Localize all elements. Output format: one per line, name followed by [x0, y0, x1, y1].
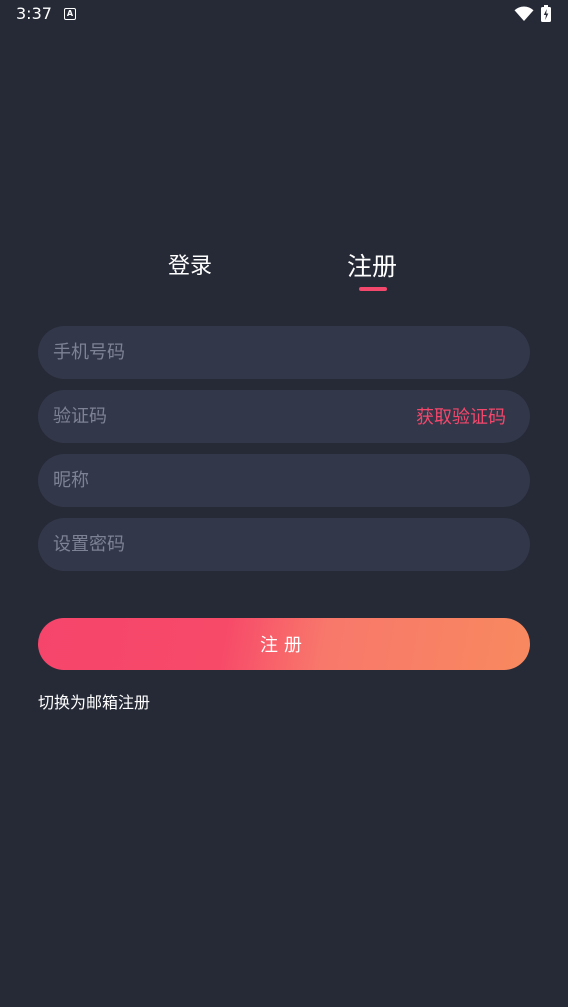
verification-code-input[interactable] [53, 390, 393, 443]
battery-charging-icon [541, 5, 551, 22]
register-screen: 3:37 A 登录 注册 获取验证码 注册 切换为邮箱注册 [0, 0, 568, 1007]
password-field-container [38, 518, 530, 571]
tab-active-indicator [359, 287, 387, 291]
switch-to-email-register-link[interactable]: 切换为邮箱注册 [38, 689, 150, 713]
get-code-button[interactable]: 获取验证码 [416, 390, 506, 443]
nickname-field-container [38, 454, 530, 507]
password-input[interactable] [53, 518, 393, 571]
tab-register[interactable]: 注册 [347, 247, 397, 283]
code-field-container: 获取验证码 [38, 390, 530, 443]
register-button[interactable]: 注册 [38, 618, 530, 670]
a-icon: A [64, 8, 76, 20]
status-bar: 3:37 A [0, 0, 568, 30]
wifi-icon [514, 6, 534, 22]
status-time: 3:37 [16, 4, 52, 23]
tab-login[interactable]: 登录 [168, 248, 212, 280]
nickname-input[interactable] [53, 454, 393, 507]
phone-input[interactable] [53, 326, 393, 379]
phone-field-container [38, 326, 530, 379]
